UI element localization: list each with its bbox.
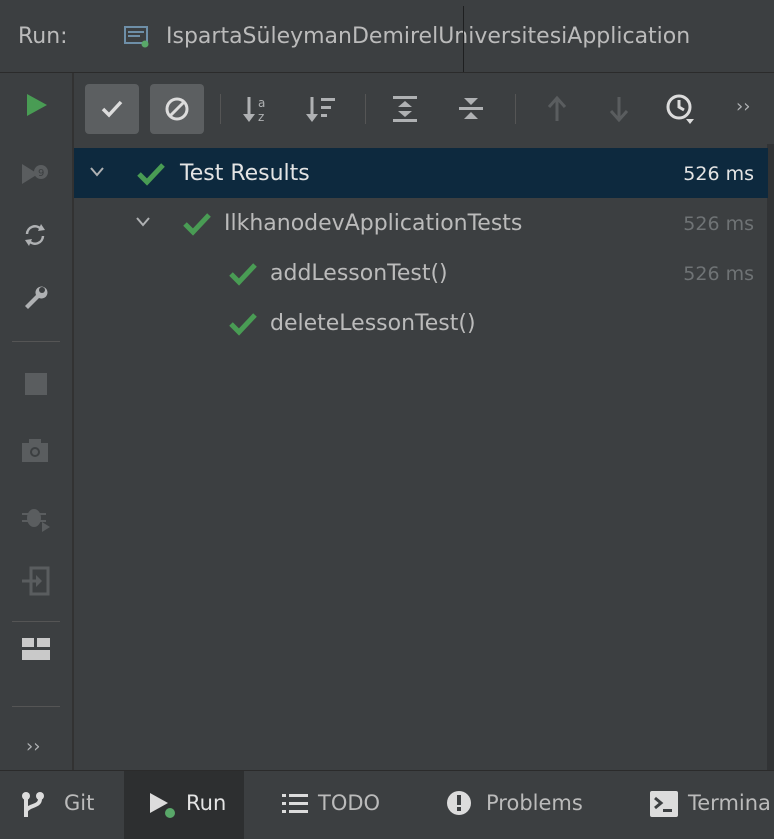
expand-all-icon[interactable] [390, 94, 420, 124]
snapshot-icon[interactable] [20, 436, 50, 464]
left-more-icon[interactable]: ›› [26, 736, 40, 757]
collapse-all-icon[interactable] [456, 94, 486, 124]
tree-row-duration: 526 ms [683, 263, 754, 285]
toggle-auto-test-icon[interactable] [22, 220, 48, 250]
tree-row-test-method[interactable]: deleteLessonTest() [74, 298, 768, 348]
terminal-icon[interactable] [650, 791, 678, 817]
show-passed-button[interactable] [85, 84, 139, 134]
previous-test-icon[interactable] [545, 94, 569, 124]
svg-text:a: a [258, 96, 265, 110]
tree-row-test-class[interactable]: IlkhanodevApplicationTests 526 ms [74, 198, 768, 248]
toolbar-separator [365, 94, 366, 124]
tool-tab-problems[interactable]: Problems [486, 791, 583, 815]
svg-text:9: 9 [38, 168, 44, 179]
tree-row-test-method[interactable]: addLessonTest() 526 ms [74, 248, 768, 298]
left-toolbar-separator [12, 706, 60, 707]
test-history-icon[interactable] [664, 92, 696, 126]
git-branch-icon[interactable] [20, 791, 46, 819]
sort-alphabetically-icon[interactable]: a z [243, 94, 275, 124]
passed-check-icon [229, 313, 257, 336]
exit-icon[interactable] [20, 566, 50, 596]
tool-tab-terminal[interactable]: Termina [688, 791, 771, 815]
toolbar-separator [515, 94, 516, 124]
tree-row-label: Test Results [180, 161, 310, 186]
problems-icon[interactable] [446, 790, 472, 816]
check-icon [101, 100, 123, 118]
layout-icon[interactable] [22, 638, 50, 660]
tab-separator [463, 6, 464, 72]
next-test-icon[interactable] [607, 94, 631, 124]
tree-row-label: IlkhanodevApplicationTests [224, 211, 523, 236]
sort-by-duration-icon[interactable] [306, 94, 338, 124]
tool-tab-todo[interactable]: TODO [318, 791, 380, 815]
tree-row-duration: 526 ms [683, 213, 754, 235]
debug-icon[interactable] [20, 502, 52, 534]
passed-check-icon [229, 263, 257, 286]
tree-row-duration: 526 ms [683, 163, 754, 185]
todo-list-icon[interactable] [282, 792, 308, 816]
rerun-failed-icon[interactable]: 9 [20, 160, 50, 188]
rerun-icon[interactable] [24, 92, 50, 118]
stop-icon[interactable] [24, 372, 48, 396]
run-config-icon [124, 26, 149, 48]
tool-tab-run[interactable]: Run [186, 791, 226, 815]
scrollbar-gutter [767, 144, 774, 770]
passed-check-icon [137, 163, 165, 186]
show-ignored-button[interactable] [150, 84, 204, 134]
chevron-down-icon[interactable] [136, 216, 150, 228]
tree-row-test-results[interactable]: Test Results 526 ms [74, 148, 768, 198]
passed-check-icon [183, 213, 211, 236]
chevron-down-icon[interactable] [90, 166, 104, 178]
tool-tab-git[interactable]: Git [64, 791, 94, 815]
run-tab-icon[interactable] [148, 791, 178, 819]
tree-row-label: deleteLessonTest() [270, 311, 476, 336]
settings-wrench-icon[interactable] [22, 282, 50, 310]
ignored-icon [165, 97, 189, 121]
run-label: Run: [18, 24, 68, 49]
toolbar-more-icon[interactable]: ›› [736, 96, 750, 117]
toolbar-separator [220, 94, 221, 124]
left-toolbar-separator [12, 621, 60, 622]
tree-row-label: addLessonTest() [270, 261, 448, 286]
svg-text:z: z [258, 110, 264, 124]
run-config-title: IspartaSüleymanDemirelUniversitesiApplic… [166, 24, 691, 49]
left-toolbar-separator [12, 341, 60, 342]
